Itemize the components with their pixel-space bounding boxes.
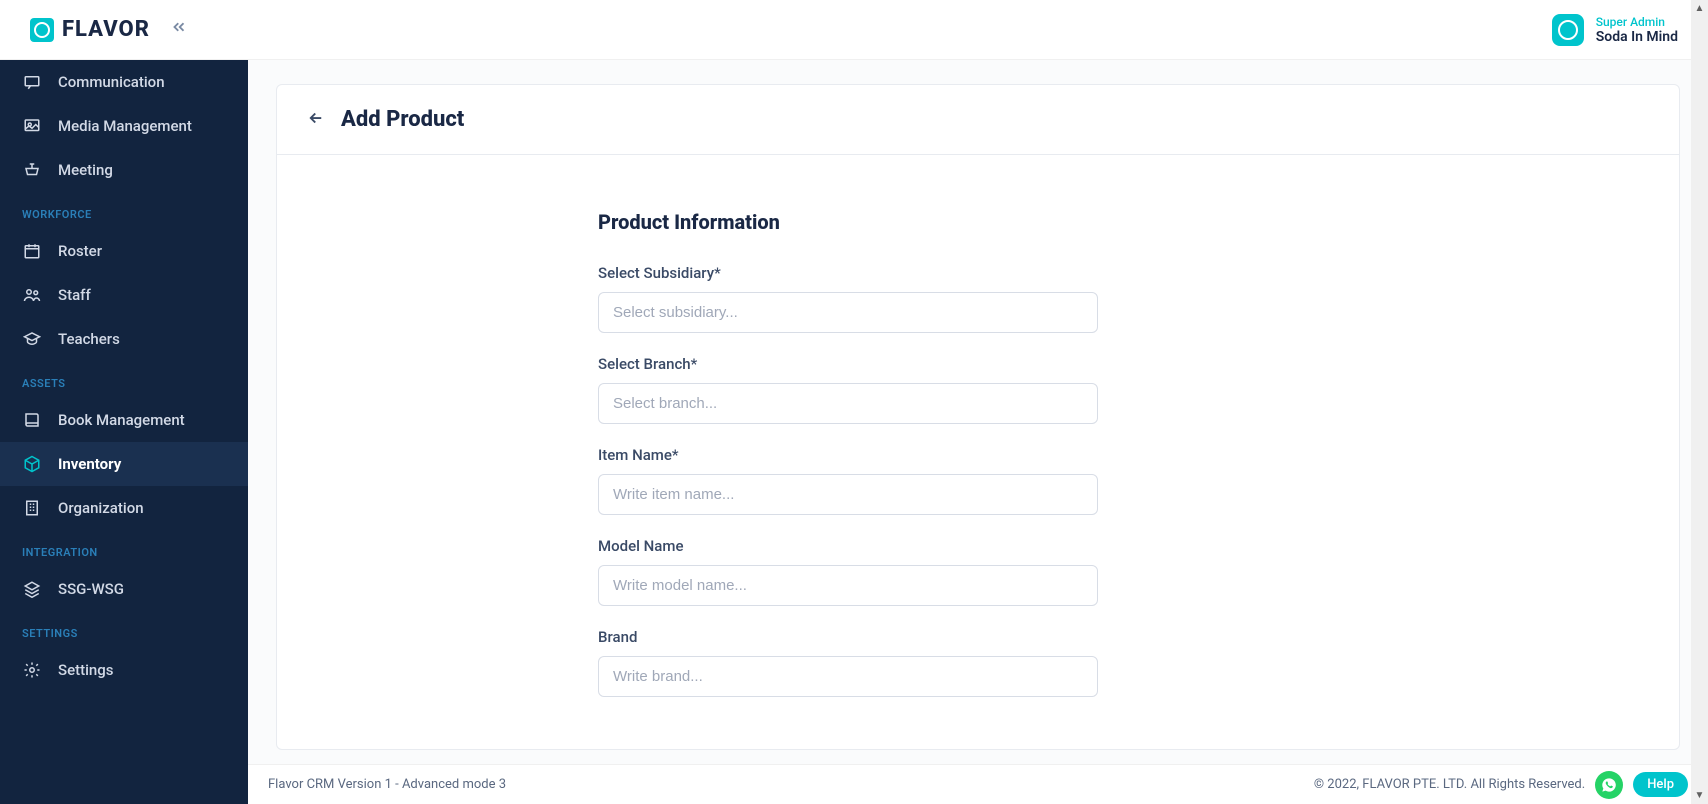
field-branch: Select Branch* [598,355,1358,424]
sidebar-section-settings: SETTINGS [0,611,248,648]
footer-version: Flavor CRM Version 1 - Advanced mode 3 [268,777,506,792]
sidebar-item-media-management[interactable]: Media Management [0,104,248,148]
field-subsidiary: Select Subsidiary* [598,264,1358,333]
sidebar-item-staff[interactable]: Staff [0,273,248,317]
subsidiary-label: Select Subsidiary* [598,264,1358,282]
footer: Flavor CRM Version 1 - Advanced mode 3 ©… [248,764,1708,804]
sidebar-item-inventory[interactable]: Inventory [0,442,248,486]
scroll-up-icon[interactable]: ▲ [1691,0,1708,17]
sidebar-item-organization[interactable]: Organization [0,486,248,530]
whatsapp-icon [1601,777,1617,793]
sidebar-item-label: Book Management [58,411,185,429]
model-name-input[interactable] [598,565,1098,606]
app-header: FLAVOR Super Admin Soda In Mind [0,0,1708,60]
logo-icon [30,18,54,42]
model-name-label: Model Name [598,537,1358,555]
building-icon [22,498,42,518]
sidebar-item-label: Meeting [58,161,113,179]
sidebar-item-book-management[interactable]: Book Management [0,398,248,442]
field-brand: Brand [598,628,1358,697]
chevrons-left-icon [170,18,188,36]
user-role: Super Admin [1596,15,1678,29]
sidebar-item-settings[interactable]: Settings [0,648,248,692]
section-title: Product Information [598,210,1358,234]
sidebar-item-ssg-wsg[interactable]: SSG-WSG [0,567,248,611]
main-content: Add Product Product Information Select S… [248,60,1708,804]
sidebar-item-label: Media Management [58,117,192,135]
sidebar-item-roster[interactable]: Roster [0,229,248,273]
help-button[interactable]: Help [1633,772,1688,797]
sidebar-item-label: Inventory [58,455,121,473]
sidebar-item-meeting[interactable]: Meeting [0,148,248,192]
sidebar-item-label: Settings [58,661,114,679]
logo-area: FLAVOR [30,17,188,42]
package-icon [22,454,42,474]
branch-select[interactable] [598,383,1098,424]
sidebar-item-label: Teachers [58,330,120,348]
sidebar-item-label: Staff [58,286,91,304]
back-button[interactable] [307,109,325,131]
calendar-icon [22,241,42,261]
gear-icon [22,660,42,680]
sidebar-item-label: Roster [58,242,102,260]
subsidiary-select[interactable] [598,292,1098,333]
sidebar-item-label: Organization [58,499,144,517]
whatsapp-button[interactable] [1595,771,1623,799]
arrow-left-icon [307,109,325,127]
user-avatar-icon [1552,14,1584,46]
sidebar: Communication Media Management Meeting W… [0,60,248,804]
sidebar-collapse-button[interactable] [170,18,188,41]
footer-copyright: © 2022, FLAVOR PTE. LTD. All Rights Rese… [1314,777,1585,792]
sidebar-section-workforce: WORKFORCE [0,192,248,229]
vertical-scrollbar[interactable]: ▲ ▼ [1691,0,1708,804]
brand-input[interactable] [598,656,1098,697]
user-company: Soda In Mind [1596,29,1678,45]
field-item-name: Item Name* [598,446,1358,515]
brand-logo[interactable]: FLAVOR [30,17,150,42]
content-card: Add Product Product Information Select S… [276,84,1680,750]
sidebar-section-assets: ASSETS [0,361,248,398]
footer-right: © 2022, FLAVOR PTE. LTD. All Rights Rese… [1314,771,1688,799]
brand-label: Brand [598,628,1358,646]
message-icon [22,72,42,92]
podium-icon [22,160,42,180]
card-header: Add Product [277,85,1679,155]
field-model-name: Model Name [598,537,1358,606]
item-name-input[interactable] [598,474,1098,515]
user-menu[interactable]: Super Admin Soda In Mind [1552,14,1678,46]
branch-label: Select Branch* [598,355,1358,373]
item-name-label: Item Name* [598,446,1358,464]
sidebar-item-teachers[interactable]: Teachers [0,317,248,361]
sidebar-item-communication[interactable]: Communication [0,60,248,104]
sidebar-section-integration: INTEGRATION [0,530,248,567]
sidebar-item-label: SSG-WSG [58,580,124,598]
form-area: Product Information Select Subsidiary* S… [568,155,1388,749]
sidebar-item-label: Communication [58,73,165,91]
brand-name: FLAVOR [62,17,150,42]
media-icon [22,116,42,136]
layers-icon [22,579,42,599]
page-title: Add Product [341,107,464,132]
book-icon [22,410,42,430]
scroll-down-icon[interactable]: ▼ [1691,787,1708,804]
user-info: Super Admin Soda In Mind [1596,15,1678,45]
graduation-icon [22,329,42,349]
people-icon [22,285,42,305]
